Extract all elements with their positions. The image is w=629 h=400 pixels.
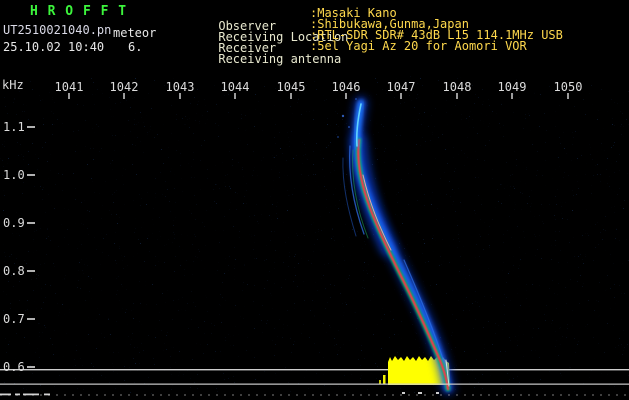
y-axis-unit: kHz — [2, 79, 24, 92]
x-axis-label: 1050 — [553, 80, 583, 94]
y-axis-label: 1.1 — [3, 120, 25, 134]
x-axis-label: 1049 — [497, 80, 527, 94]
hrofft-window: H R O F F T UT2510021040.pn meteor 25.10… — [0, 0, 629, 400]
y-axis-label: 0.6 — [3, 360, 25, 374]
baseline-lower — [0, 384, 629, 385]
x-axis-label: 1047 — [386, 80, 416, 94]
x-axis-label: 1041 — [54, 80, 84, 94]
baseline-upper — [0, 369, 629, 370]
x-axis-label: 1048 — [442, 80, 472, 94]
x-axis-label: 1043 — [165, 80, 195, 94]
x-axis-label: 1046 — [331, 80, 361, 94]
y-axis-label: 0.9 — [3, 216, 25, 230]
x-axis-label: 1044 — [220, 80, 250, 94]
y-axis-label: 1.0 — [3, 168, 25, 182]
spectrogram-plot — [0, 0, 629, 400]
x-axis-label: 1042 — [109, 80, 139, 94]
noise-layer — [0, 76, 629, 394]
x-axis-label: 1045 — [276, 80, 306, 94]
y-axis-label: 0.8 — [3, 264, 25, 278]
y-axis-label: 0.7 — [3, 312, 25, 326]
